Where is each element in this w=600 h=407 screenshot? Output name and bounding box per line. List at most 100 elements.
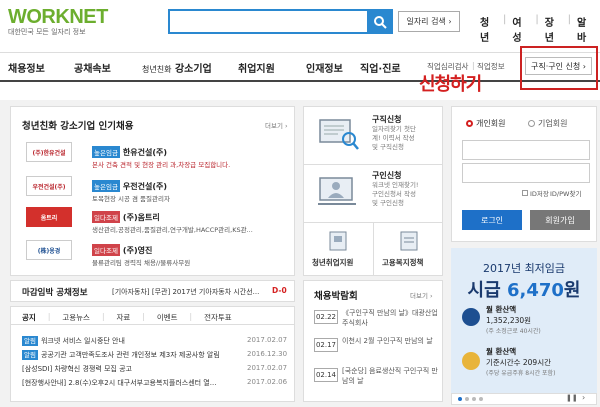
fair-item[interactable]: 《구인구직 만남의 날》대광산업 주식회사 bbox=[342, 308, 438, 328]
monthly2-value: 기준시간수 209시간 bbox=[486, 358, 551, 367]
company-logo-hanyu[interactable]: (주)한유건설 bbox=[26, 142, 72, 162]
member-company-label: 기업회원 bbox=[538, 119, 568, 128]
nav-employment-support[interactable]: 취업지원 bbox=[238, 60, 275, 75]
coin-icon bbox=[462, 308, 480, 326]
tab-events[interactable]: 이벤트 bbox=[157, 312, 178, 323]
tag-high-wage: 높은임금 bbox=[92, 146, 120, 158]
company-logo-youngjin[interactable]: (株)옹경 bbox=[26, 240, 72, 260]
notice-item[interactable]: [현장행사안내] 2.8(수)오후2시 대구서부고용복지플러스센터 열... bbox=[22, 378, 237, 388]
id-save-label: ID저장 bbox=[530, 190, 549, 198]
apply-button-label: 구직·구인 신청 bbox=[531, 61, 581, 71]
notice-item[interactable]: [삼성SDI] 차량혁신 경쟁력 모집 공고 bbox=[22, 364, 237, 374]
notice-badge: 알림 bbox=[22, 336, 38, 346]
pager-dot[interactable] bbox=[472, 397, 476, 401]
nav-strong-company: 강소기업 bbox=[174, 64, 212, 75]
top-links: 청년 | 여성 | 장년 | 알바 bbox=[480, 14, 600, 44]
nav-public-news[interactable]: 공채속보 bbox=[74, 60, 111, 75]
top-link-youth[interactable]: 청년 bbox=[480, 14, 497, 44]
company-name: 한유건설(주) bbox=[122, 148, 168, 157]
monthly-label: 월 환산액 bbox=[486, 305, 517, 314]
nav-sub-separator: | bbox=[472, 61, 475, 70]
wage-value: 6,470 bbox=[506, 280, 564, 301]
company-desc: 물류관리팀 경력직 채용//물류사무원 bbox=[92, 259, 191, 267]
join-button[interactable]: 회원가입 bbox=[530, 210, 590, 230]
youth-support-icon bbox=[327, 230, 349, 256]
monthly-note: (주 소정근로 40시간) bbox=[486, 328, 541, 335]
job-offer-icon bbox=[318, 174, 360, 212]
wage-prefix: 시급 bbox=[467, 280, 501, 301]
pause-icon[interactable]: ❚❚ bbox=[566, 394, 578, 402]
password-input[interactable] bbox=[462, 163, 590, 183]
services-divider bbox=[303, 164, 443, 165]
wage-amount: 시급 6,470원 bbox=[451, 276, 597, 302]
company-item-youngjin[interactable]: 일다조제 (주)영진 물류관리팀 경력직 채용//물류사무원 bbox=[92, 238, 292, 267]
tag-balance: 일다조제 bbox=[92, 211, 120, 223]
radio-selected-icon bbox=[466, 120, 473, 127]
pager-dot[interactable] bbox=[479, 397, 483, 401]
deadline-text[interactable]: [기아자동차] [무관] 2017년 기아자동차 시간선... bbox=[112, 287, 262, 297]
notice-badge: 알림 bbox=[22, 350, 38, 360]
tab-employment-news[interactable]: 고용뉴스 bbox=[62, 312, 90, 323]
notice-item[interactable]: 알림 공공기관 고객만족도조사 관련 개인정보 제3자 제공사항 알림 bbox=[22, 349, 237, 360]
member-type-company[interactable]: 기업회원 bbox=[528, 118, 567, 129]
tab-notice[interactable]: 공지 bbox=[22, 312, 36, 323]
nav-talent[interactable]: 인재정보 bbox=[306, 60, 343, 75]
notice-text: [삼성SDI] 차량혁신 경쟁력 모집 공고 bbox=[22, 365, 132, 373]
nav-career[interactable]: 직업·진로 bbox=[360, 60, 401, 75]
fair-item[interactable]: 이천시 2월 구인구직 만남의 날 bbox=[342, 336, 438, 346]
notice-tabs: 공지 | 고용뉴스 | 자료 | 이벤트 | 전자투표 bbox=[22, 312, 232, 323]
fair-item[interactable]: [국순당] 음료생산직 구인구직 만남의 날 bbox=[342, 366, 438, 386]
pager-dot[interactable] bbox=[465, 397, 469, 401]
fairs-more[interactable]: 더보기 › bbox=[410, 290, 433, 300]
job-offer-service[interactable]: 구인신청 워크넷 인재찾기! 구인신청서 작성 및 구인신청 bbox=[372, 170, 422, 208]
tag-balance: 일다조제 bbox=[92, 244, 120, 256]
pager-dots bbox=[458, 397, 483, 401]
next-icon[interactable]: › bbox=[582, 393, 585, 402]
tab-materials[interactable]: 자료 bbox=[116, 312, 130, 323]
companies-more[interactable]: 더보기 › bbox=[265, 120, 288, 130]
company-logo-omtree[interactable]: 옴트리 bbox=[26, 207, 72, 227]
apply-button[interactable]: 구직·구인 신청 › bbox=[525, 57, 592, 75]
notice-item[interactable]: 알림 워크넷 서비스 일시중단 안내 bbox=[22, 335, 237, 346]
logo-text: WORKNET bbox=[8, 6, 108, 28]
nav-youth-friendly[interactable]: 청년친화 강소기업 bbox=[142, 60, 212, 75]
tab-e-vote[interactable]: 전자투표 bbox=[204, 312, 232, 323]
top-link-senior[interactable]: 장년 bbox=[545, 14, 562, 44]
company-item-ujeon[interactable]: 높은임금 우전건설(주) 토목현장 시공 겸 품질관리자 bbox=[92, 174, 292, 203]
fairs-more-label: 더보기 bbox=[410, 292, 428, 300]
nav-youth-friendly-prefix: 청년친화 bbox=[142, 65, 172, 74]
fair-date: 02.17 bbox=[314, 338, 338, 352]
job-seek-service[interactable]: 구직신청 일자리찾기 첫단계! 이력서 작성 및 구직신청 bbox=[372, 114, 422, 152]
company-logo-ujeon[interactable]: 우전건설(주) bbox=[26, 176, 72, 196]
top-link-parttime[interactable]: 알바 bbox=[577, 14, 594, 44]
pager-dot-active[interactable] bbox=[458, 397, 462, 401]
company-desc: 토목현장 시공 겸 품질관리자 bbox=[92, 195, 170, 203]
worknet-logo[interactable]: WORKNET 대한민국 모든 일자리 정보 bbox=[8, 6, 118, 36]
job-seek-desc: 일자리찾기 첫단계! 이력서 작성 및 구직신청 bbox=[372, 125, 416, 151]
notice-text: 워크넷 서비스 일시중단 안내 bbox=[40, 337, 125, 345]
member-type-personal[interactable]: 개인회원 bbox=[466, 118, 505, 129]
nav-recruit[interactable]: 채용정보 bbox=[8, 60, 45, 75]
job-search-button[interactable]: 일자리 검색 › bbox=[398, 11, 460, 32]
notice-date: 2016.12.30 bbox=[247, 350, 288, 358]
find-id-pw-link[interactable]: ID/PW찾기 bbox=[550, 188, 581, 198]
company-item-hanyu[interactable]: 높은임금 한유건설(주) 본사 건축 견적 및 현장 관리 과,차장급 모집합니다… bbox=[92, 140, 292, 169]
job-offer-desc: 워크넷 인재찾기! 구인신청서 작성 및 구인신청 bbox=[372, 181, 419, 207]
fair-date: 02.22 bbox=[314, 310, 338, 324]
top-link-women[interactable]: 여성 bbox=[512, 14, 529, 44]
monthly2-note: (주당 유급주휴 8시간 포함) bbox=[486, 370, 556, 377]
search-input[interactable] bbox=[168, 9, 393, 34]
fairs-title: 채용박람회 bbox=[314, 291, 358, 302]
id-save-checkbox[interactable]: ID저장 bbox=[522, 188, 549, 198]
search-button[interactable] bbox=[367, 9, 393, 34]
youth-support-link[interactable]: 청년취업지원 bbox=[312, 257, 353, 268]
logo-subtitle: 대한민국 모든 일자리 정보 bbox=[8, 28, 86, 36]
notice-text: [현장행사안내] 2.8(수)오후2시 대구서부고용복지플러스센터 열... bbox=[22, 379, 217, 387]
company-item-omtree[interactable]: 일다조제 (주)옴트리 생산관리,공정관리,품질관리,연구개발,HACCP관리,K… bbox=[92, 205, 292, 234]
welfare-policy-link[interactable]: 고용복지정책 bbox=[382, 257, 423, 268]
login-button[interactable]: 로그인 bbox=[462, 210, 522, 230]
search-icon bbox=[374, 15, 387, 29]
monthly-wage-block: 월 환산액 1,352,230원 (주 소정근로 40시간) bbox=[486, 304, 541, 335]
id-input[interactable] bbox=[462, 140, 590, 160]
company-desc: 생산관리,공정관리,품질관리,연구개발,HACCP관리,KS관... bbox=[92, 226, 253, 234]
